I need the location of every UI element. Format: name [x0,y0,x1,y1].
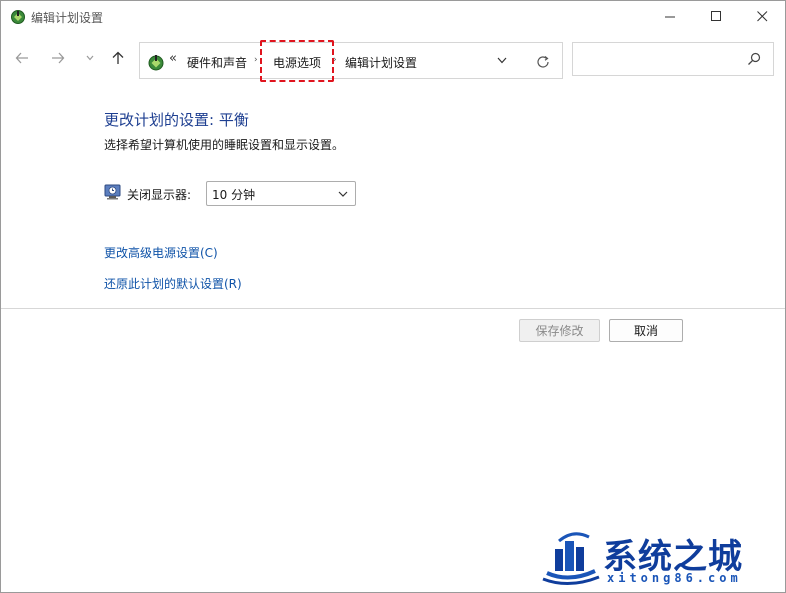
maximize-icon [710,10,721,21]
divider [1,308,785,309]
recent-locations-button[interactable] [79,47,101,69]
up-button[interactable] [107,47,129,69]
highlight-annotation [260,40,334,82]
minimize-button[interactable] [647,1,693,31]
navigation-bar: « 硬件和声音 › 电源选项 › 编辑计划设置 [1,39,785,82]
monitor-clock-icon [104,184,121,200]
title-bar: 编辑计划设置 [1,1,785,33]
forward-button[interactable] [47,47,69,69]
chevron-down-icon [338,191,348,197]
restore-default-settings-link[interactable]: 还原此计划的默认设置(R) [104,275,242,292]
power-options-icon [11,10,25,24]
breadcrumb-separator[interactable]: › [254,55,258,65]
watermark: 系统之城 xitong86.com [527,523,785,592]
chevron-down-icon [497,57,507,64]
window-title: 编辑计划设置 [31,11,104,25]
turn-off-display-select[interactable]: 10 分钟 [206,181,356,206]
page-description: 选择希望计算机使用的睡眠设置和显示设置。 [104,138,345,152]
refresh-button[interactable] [532,51,554,73]
maximize-button[interactable] [693,1,739,31]
back-button[interactable] [11,47,33,69]
search-icon[interactable] [747,52,761,66]
watermark-subtitle: xitong86.com [607,571,742,585]
minimize-icon [664,16,675,17]
overflow-chevron[interactable]: « [169,51,177,66]
save-changes-button[interactable]: 保存修改 [519,319,600,342]
cancel-button[interactable]: 取消 [609,319,683,342]
address-bar[interactable]: « 硬件和声音 › 电源选项 › 编辑计划设置 [139,40,563,82]
watermark-logo-icon [542,532,600,585]
edit-plan-settings-window: 编辑计划设置 « 硬件和声音 › 电源选项 › 编辑计划设置 更改计划的设置: … [0,0,786,593]
power-options-icon [148,55,164,71]
close-icon [756,10,767,21]
turn-off-display-value: 10 分钟 [212,188,256,202]
turn-off-display-label: 关闭显示器: [127,188,192,202]
breadcrumb-hardware-and-sound[interactable]: 硬件和声音 [187,54,247,71]
arrow-right-icon [52,52,65,64]
page-title: 更改计划的设置: 平衡 [104,111,249,129]
close-button[interactable] [739,1,785,31]
search-input[interactable] [572,42,774,76]
breadcrumb-edit-plan-settings[interactable]: 编辑计划设置 [345,54,417,71]
change-advanced-power-settings-link[interactable]: 更改高级电源设置(C) [104,244,218,261]
arrow-up-icon [112,51,124,64]
refresh-icon [537,56,549,68]
address-dropdown-button[interactable] [497,54,507,67]
chevron-down-icon [86,55,94,61]
arrow-left-icon [15,52,28,64]
